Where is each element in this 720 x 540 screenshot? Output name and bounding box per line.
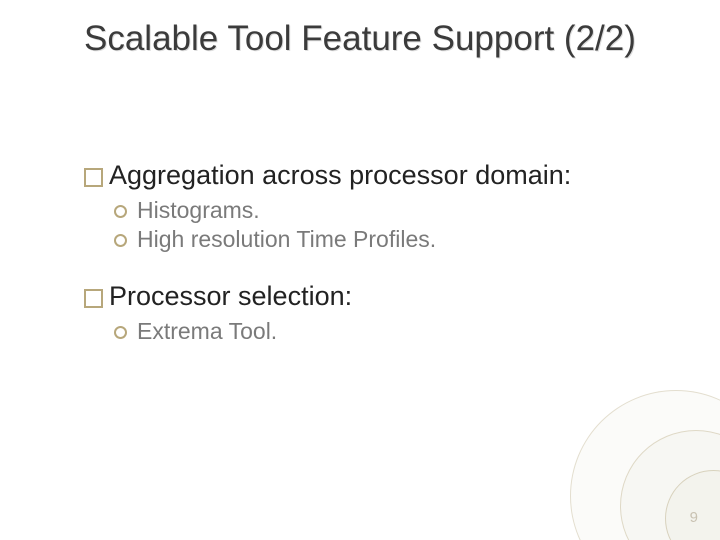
square-bullet-icon [84,289,103,308]
bullet-heading: Processor selection: [109,281,352,312]
slide-title: Scalable Tool Feature Support (2/2) [84,18,644,59]
bullet-level2: High resolution Time Profiles. [114,226,664,253]
slide-body: Aggregation across processor domain: His… [84,160,664,347]
page-number: 9 [690,509,698,526]
circle-bullet-icon [114,326,127,339]
bullet-heading: Aggregation across processor domain: [109,160,571,191]
spacer [84,255,664,281]
bullet-level1: Processor selection: [84,281,664,312]
bullet-item: Histograms. [137,197,260,224]
slide: Scalable Tool Feature Support (2/2) Aggr… [0,0,720,540]
bullet-level1: Aggregation across processor domain: [84,160,664,191]
circle-bullet-icon [114,234,127,247]
bullet-item: Extrema Tool. [137,318,277,345]
square-bullet-icon [84,168,103,187]
bullet-level2: Histograms. [114,197,664,224]
circle-bullet-icon [114,205,127,218]
bullet-level2: Extrema Tool. [114,318,664,345]
bullet-item: High resolution Time Profiles. [137,226,436,253]
